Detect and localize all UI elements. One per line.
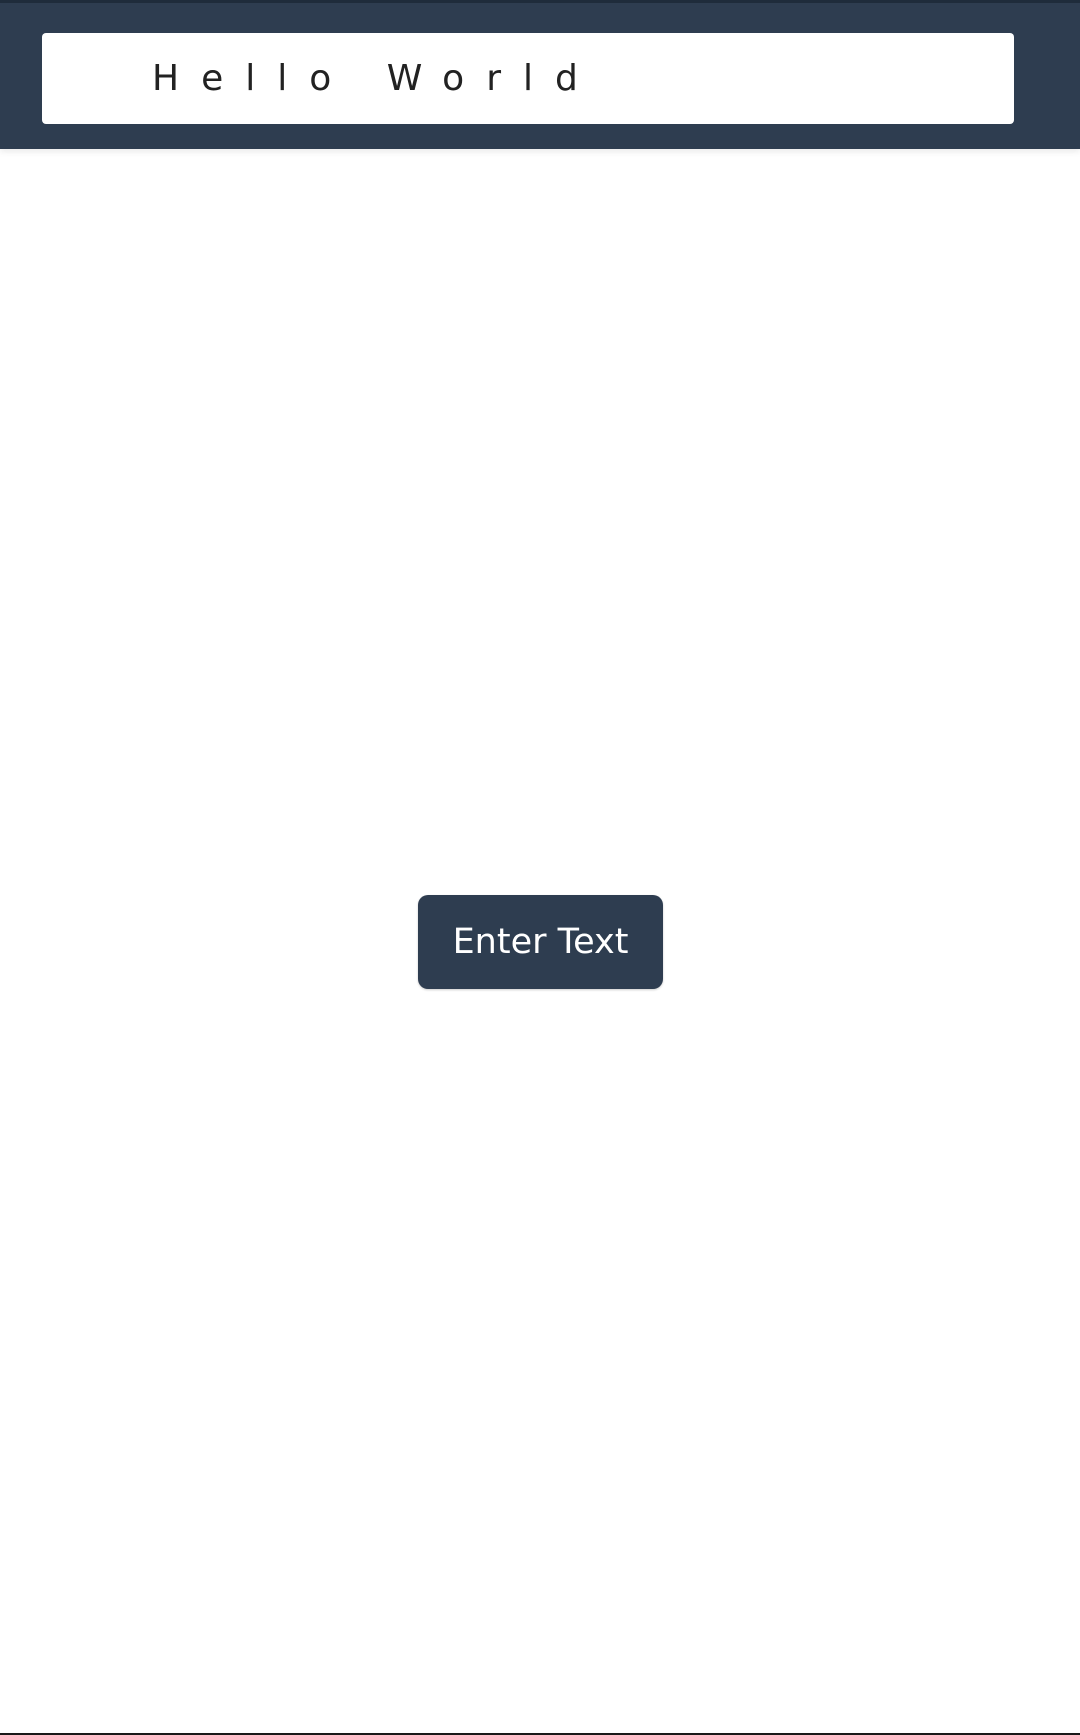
enter-text-button[interactable]: Enter Text: [418, 895, 663, 989]
app-screen: Hello World Enter Text: [0, 0, 1080, 1735]
top-bar: Hello World: [0, 0, 1080, 149]
display-text: Hello World: [152, 58, 600, 99]
text-display-box: Hello World: [42, 33, 1014, 124]
